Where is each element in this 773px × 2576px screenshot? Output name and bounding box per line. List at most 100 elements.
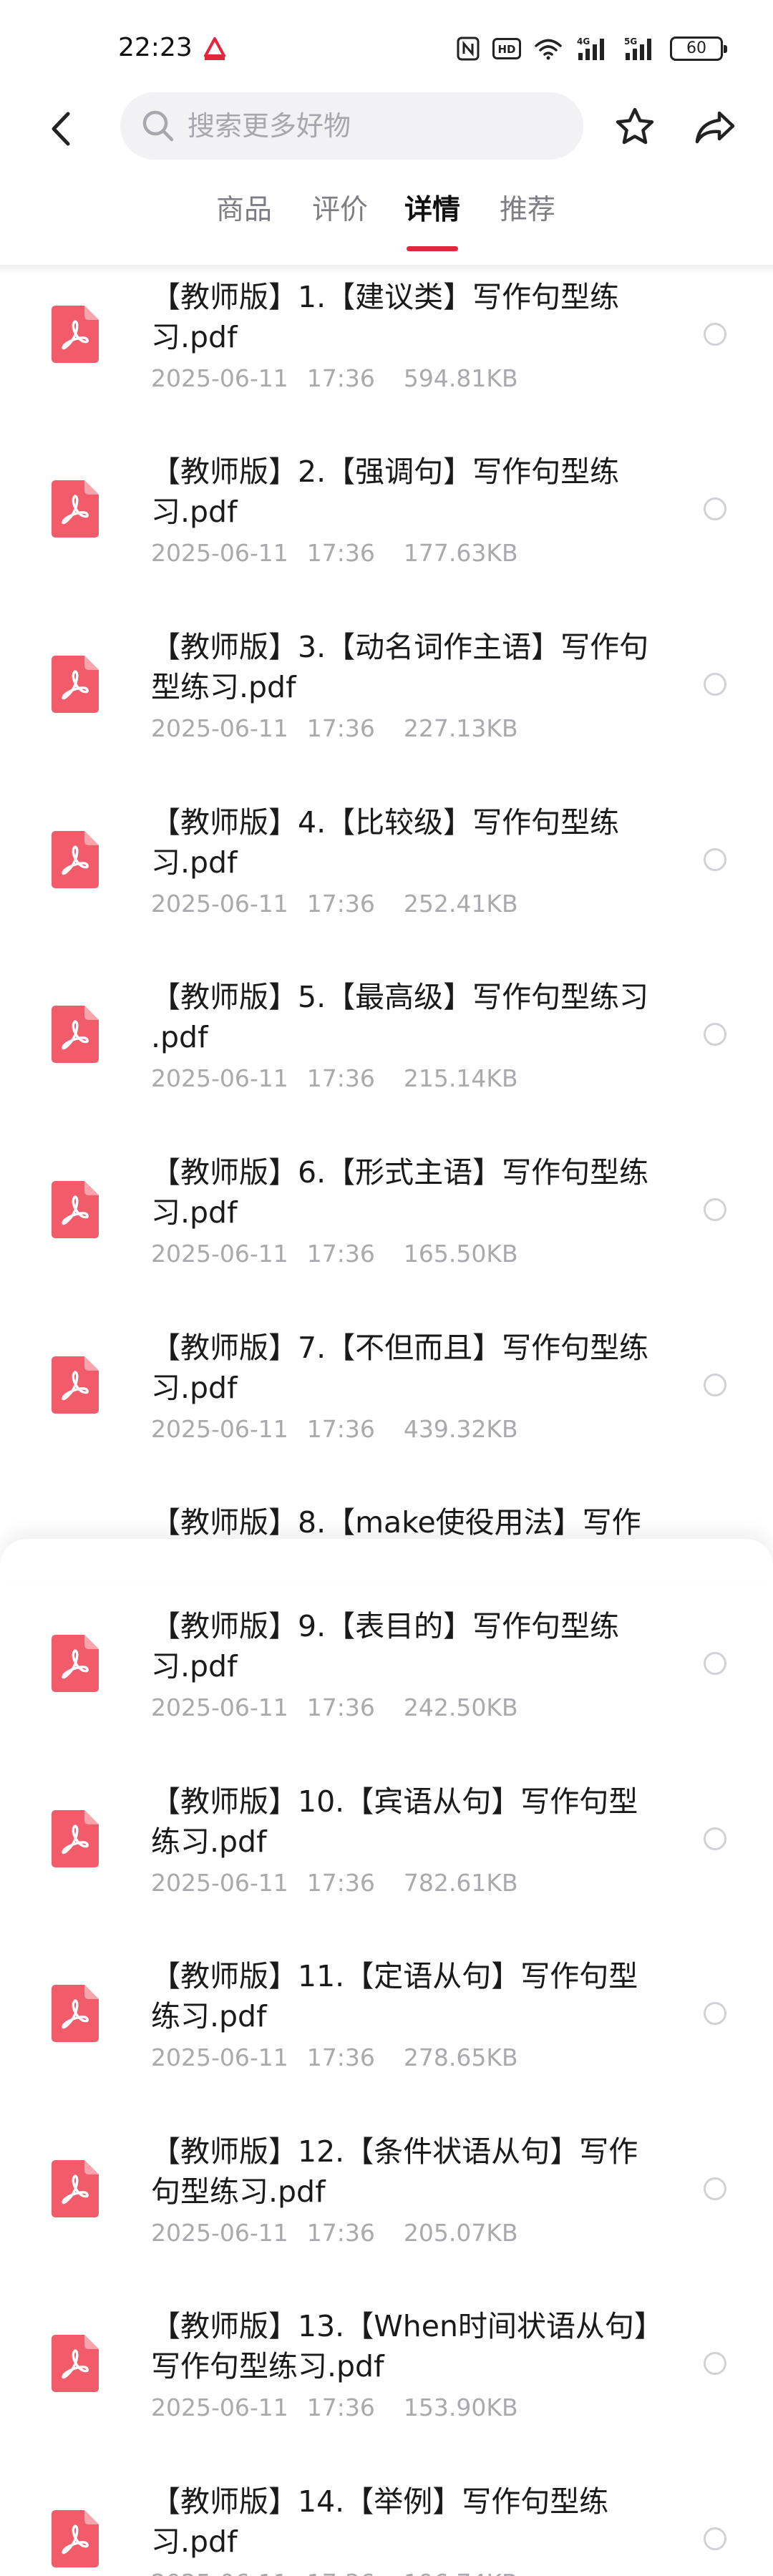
file-size: 252.41KB	[403, 890, 518, 918]
net-5g-label: 5G	[624, 37, 637, 47]
file-item[interactable]: 【教师版】12.【条件状语从句】写作句型练习.pdf 2025-06-11 17:3…	[0, 2123, 773, 2298]
file-item[interactable]: 【教师版】11.【定语从句】写作句型练习.pdf 2025-06-11 17:36 2…	[0, 1948, 773, 2123]
file-item[interactable]: 【教师版】1.【建议类】写作句型练习.pdf 2025-06-11 17:36 594…	[0, 268, 773, 444]
file-date: 2025-06-11	[151, 2043, 288, 2071]
signal-5g-icon: 5G	[624, 37, 651, 60]
file-meta: 2025-06-11 17:36 205.07KB	[151, 2219, 518, 2247]
page: 【教师版】1.【建议类】写作句型练习.pdf 2025-06-11 17:36 594…	[0, 0, 773, 2576]
file-meta: 2025-06-11 17:36 227.13KB	[151, 714, 518, 742]
select-radio[interactable]	[704, 673, 726, 696]
status-icons: HD 4G 5G 60	[457, 34, 727, 63]
file-size: 177.63KB	[403, 539, 518, 567]
pdf-file-icon	[52, 2160, 99, 2217]
active-tab-indicator	[407, 246, 458, 251]
select-radio[interactable]	[704, 2352, 726, 2375]
tab-recommend[interactable]: 推荐	[488, 188, 567, 228]
file-date: 2025-06-11	[151, 1240, 288, 1268]
tab-details[interactable]: 详情	[393, 188, 472, 228]
star-icon	[616, 107, 654, 145]
file-date: 2025-06-11	[151, 539, 288, 567]
file-size: 215.14KB	[403, 1064, 518, 1092]
nfc-icon	[457, 37, 480, 61]
file-size: 196.74KB	[404, 2569, 518, 2576]
file-date: 2025-06-11	[151, 2219, 288, 2247]
file-date: 2025-06-11	[151, 714, 288, 742]
file-time: 17:36	[306, 1869, 375, 1897]
file-item[interactable]: 【教师版】6.【形式主语】写作句型练习.pdf 2025-06-11 17:36 16…	[0, 1144, 773, 1319]
select-radio[interactable]	[704, 1023, 726, 1046]
pdf-file-icon	[52, 656, 99, 713]
file-name: 【教师版】11.【定语从句】写作句型练习.pdf	[151, 1959, 638, 2033]
file-item[interactable]: 【教师版】2.【强调句】写作句型练习.pdf 2025-06-11 17:36 177…	[0, 443, 773, 618]
net-4g-label: 4G	[577, 37, 590, 47]
tab-product[interactable]: 商品	[205, 188, 283, 228]
favorite-button[interactable]	[610, 102, 660, 152]
header-divider	[0, 265, 773, 273]
select-radio[interactable]	[704, 2177, 726, 2200]
file-item[interactable]: 【教师版】14.【举例】写作句型练习.pdf 2025-06-11 17:36 196…	[0, 2473, 773, 2576]
file-item[interactable]: 【教师版】9.【表目的】写作句型练习.pdf 2025-06-11 17:36 242…	[0, 1598, 773, 1773]
file-size: 165.50KB	[403, 1240, 518, 1268]
back-button[interactable]	[36, 104, 86, 154]
chevron-left-icon	[52, 112, 70, 146]
file-name: 【教师版】13.【When时间状语从句】写作句型练习.pdf	[151, 2309, 649, 2383]
file-time: 17:36	[306, 2043, 375, 2071]
select-radio[interactable]	[704, 497, 726, 520]
file-time: 17:36	[306, 1240, 375, 1268]
file-time: 17:36	[306, 1693, 375, 1721]
search-box[interactable]	[120, 92, 583, 160]
file-meta: 2025-06-11 17:36 278.65KB	[151, 2043, 518, 2071]
file-item[interactable]: 【教师版】3.【动名词作主语】写作句型练习.pdf 2025-06-11 17:36…	[0, 618, 773, 794]
app-notification-icon	[204, 37, 225, 60]
file-time: 17:36	[307, 2569, 375, 2576]
pdf-file-icon	[52, 1181, 99, 1238]
file-time: 17:36	[306, 1064, 375, 1092]
file-item[interactable]: 【教师版】4.【比较级】写作句型练习.pdf 2025-06-11 17:36 252…	[0, 794, 773, 969]
pdf-file-icon	[52, 1810, 99, 1867]
hd-icon: HD	[492, 38, 521, 59]
file-meta: 2025-06-11 17:36 252.41KB	[151, 890, 518, 918]
battery-icon: 60	[670, 37, 727, 61]
pdf-file-icon	[52, 306, 99, 363]
status-bar: 22:23 HD 4G 5G 60	[0, 0, 773, 86]
file-meta: 2025-06-11 17:36 439.32KB	[151, 1415, 518, 1443]
pdf-file-icon	[52, 480, 99, 538]
tab-bar: 商品 评价 详情 推荐	[0, 188, 773, 252]
battery-level: 60	[686, 39, 706, 57]
select-radio[interactable]	[704, 323, 726, 346]
select-radio[interactable]	[704, 848, 726, 871]
file-date: 2025-06-11	[151, 1064, 288, 1092]
file-item[interactable]: 【教师版】7.【不但而且】写作句型练习.pdf 2025-06-11 17:36 43…	[0, 1319, 773, 1494]
file-size: 439.32KB	[403, 1415, 518, 1443]
file-meta: 2025-06-11 17:36 165.50KB	[151, 1240, 518, 1268]
file-name: 【教师版】3.【动名词作主语】写作句型练习.pdf	[151, 630, 649, 704]
file-name: 【教师版】9.【表目的】写作句型练习.pdf	[151, 1609, 620, 1683]
file-size: 594.81KB	[403, 364, 518, 392]
pdf-file-icon	[52, 2510, 99, 2567]
select-radio[interactable]	[704, 1652, 726, 1675]
select-radio[interactable]	[704, 2002, 726, 2025]
search-input[interactable]	[188, 92, 560, 160]
file-meta: 2025-06-11 17:36 594.81KB	[151, 364, 518, 392]
select-radio[interactable]	[704, 1827, 726, 1850]
file-item[interactable]: 【教师版】10.【宾语从句】写作句型练习.pdf 2025-06-11 17:36 7…	[0, 1773, 773, 1948]
file-item[interactable]: 【教师版】5.【最高级】写作句型练习 .pdf 2025-06-11 17:36 21…	[0, 968, 773, 1144]
file-date: 2025-06-11	[151, 890, 288, 918]
signal-4g-icon: 4G	[577, 37, 604, 60]
file-size: 242.50KB	[403, 1693, 518, 1721]
file-name: 【教师版】6.【形式主语】写作句型练习.pdf	[151, 1155, 649, 1230]
pdf-file-icon	[52, 1356, 99, 1414]
file-time: 17:36	[306, 539, 375, 567]
file-time: 17:36	[306, 890, 375, 918]
pdf-file-icon	[52, 1006, 99, 1063]
file-item[interactable]: 【教师版】13.【When时间状语从句】写作句型练习.pdf 2025-06-11…	[0, 2298, 773, 2473]
tab-reviews[interactable]: 评价	[301, 188, 379, 228]
file-meta: 2025-06-11 17:36 153.90KB	[151, 2393, 518, 2421]
file-size: 782.61KB	[403, 1869, 518, 1897]
select-radio[interactable]	[704, 1374, 726, 1396]
select-radio[interactable]	[704, 2527, 726, 2550]
share-button[interactable]	[690, 102, 740, 152]
select-radio[interactable]	[704, 1198, 726, 1221]
pdf-file-icon	[52, 2335, 99, 2392]
file-name: 【教师版】7.【不但而且】写作句型练习.pdf	[151, 1331, 649, 1405]
